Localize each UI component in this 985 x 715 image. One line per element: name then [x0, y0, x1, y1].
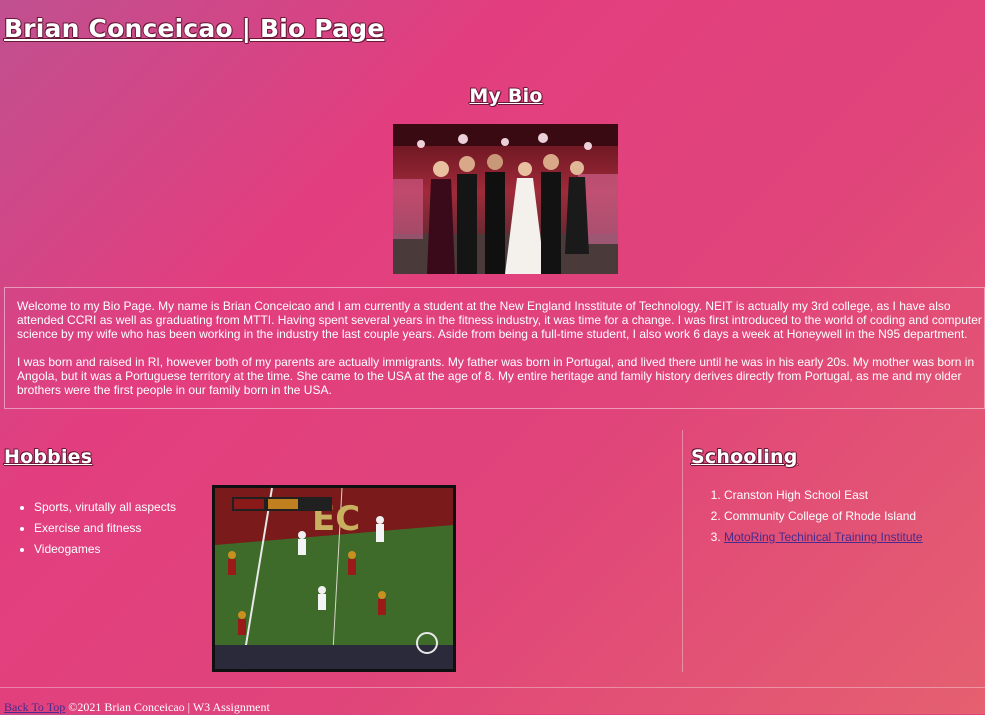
list-item: Community College of Rhode Island: [724, 509, 923, 523]
bio-paragraph: I was born and raised in RI, however bot…: [17, 355, 975, 397]
group-wedding-photo: [393, 124, 618, 274]
list-item: Sports, virutally all aspects: [34, 500, 176, 514]
page-title: Brian Conceicao | Bio Page: [4, 14, 385, 43]
list-item: MotoRing Techinical Training Institute: [724, 530, 923, 544]
football-game-photo: EC: [212, 485, 456, 672]
column-divider: [682, 430, 683, 672]
mtti-link[interactable]: MotoRing Techinical Training Institute: [724, 530, 923, 544]
schooling-heading: Schooling: [691, 446, 798, 468]
hobbies-list: Sports, virutally all aspects Exercise a…: [14, 500, 176, 563]
list-item: Cranston High School East: [724, 488, 923, 502]
schooling-list: Cranston High School East Community Coll…: [700, 488, 923, 551]
back-to-top-link[interactable]: Back To Top: [4, 700, 65, 714]
list-item: Exercise and fitness: [34, 521, 176, 535]
bio-text-box: Welcome to my Bio Page. My name is Brian…: [4, 287, 985, 409]
copyright-text: ©2021 Brian Conceicao | W3 Assignment: [68, 700, 270, 714]
footer: Back To Top ©2021 Brian Conceicao | W3 A…: [4, 700, 270, 715]
list-item: Videogames: [34, 542, 176, 556]
bio-paragraph: Welcome to my Bio Page. My name is Brian…: [17, 299, 982, 341]
hobbies-heading: Hobbies: [4, 446, 93, 468]
bio-heading: My Bio: [469, 85, 543, 107]
footer-divider: [0, 687, 985, 688]
